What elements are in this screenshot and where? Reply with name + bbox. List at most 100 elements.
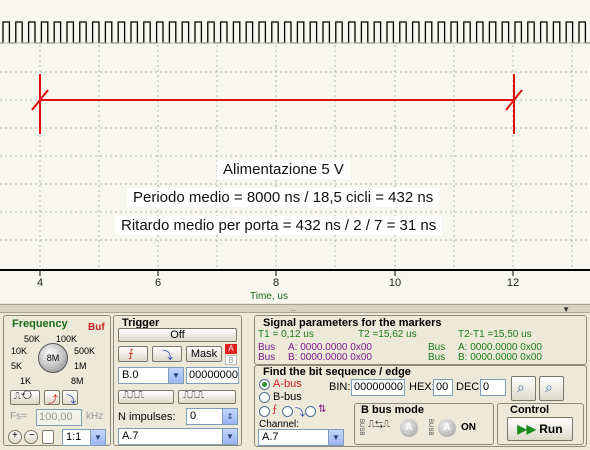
bin-label: BIN:: [329, 381, 351, 393]
n-impulses-value: 0: [190, 410, 197, 422]
on-label: ON: [461, 422, 476, 433]
zoom-select[interactable]: 1:1 ▼: [62, 429, 106, 446]
find-title: Find the bit sequence / edge: [263, 366, 411, 378]
grid: [0, 45, 590, 270]
trigger-panel: Trigger Off ⨍ ⤵ Mask A B B.0 ▼ 00000000 …: [113, 315, 242, 446]
control-panel: Control ▶▶ Run: [497, 403, 584, 445]
tick-label: 10: [388, 277, 402, 289]
search-prev-icon[interactable]: ⌕: [511, 376, 536, 401]
zoom-select-value: 1:1: [66, 431, 82, 443]
chevron-down-icon: ▼: [90, 430, 105, 445]
t2-readout: T2 =15,62 us: [358, 329, 417, 340]
pulse-mode-icon[interactable]: ⎍⟲: [10, 390, 40, 405]
rising-edge-icon[interactable]: ⤴: [44, 390, 60, 406]
bin-input[interactable]: 00000000: [351, 379, 405, 396]
zoom-in-icon[interactable]: +: [8, 430, 22, 444]
trigger-channel-select[interactable]: B.0 ▼: [118, 367, 184, 384]
knob-label: 50K: [24, 334, 41, 344]
falling-edge-icon: ⤵: [295, 408, 305, 419]
run-label: Run: [539, 422, 563, 436]
frequency-panel: Frequency Buf 50K 100K 10K 500K 5K 1M 1K…: [3, 315, 111, 446]
b-bus-radio[interactable]: [259, 392, 270, 403]
knob-label: 10K: [11, 346, 28, 356]
bus2-b-value: B: 0000.0000 0x00: [458, 352, 542, 363]
digital-signal-trace: [0, 21, 590, 44]
edge-radio-any[interactable]: [305, 406, 316, 417]
b-bus-mode-panel: B bus mode BUSB ⎍⇆⎍ A BUSB A ON: [354, 403, 494, 445]
knob-label: 500K: [74, 346, 96, 356]
trigger-channel2-value: A.7: [122, 430, 139, 442]
n-impulses-spinner[interactable]: 0 ⇕: [186, 408, 238, 425]
bus-tag: BUSB: [427, 419, 433, 436]
fs-input[interactable]: 100,00: [36, 409, 82, 426]
bus1-label: Bus: [258, 352, 276, 363]
a-badge[interactable]: A: [225, 344, 237, 354]
run-button[interactable]: ▶▶ Run: [507, 417, 573, 441]
fs-unit: kHz: [86, 411, 104, 422]
measurement-marker[interactable]: [31, 74, 523, 134]
edge-radio-rising[interactable]: [259, 406, 270, 417]
b-bus-label: B-bus: [273, 391, 302, 403]
pulse-train-icon[interactable]: ⎍⎍⎍: [118, 390, 174, 404]
bus2-label: Bus: [428, 352, 446, 363]
pulse-train-inverted-icon[interactable]: ⎍⎍⎍: [178, 390, 236, 404]
panel-splitter[interactable]: ⋯ ▼: [0, 304, 590, 315]
zoom-out-icon[interactable]: −: [24, 430, 38, 444]
collapse-arrow-icon[interactable]: ▼: [562, 305, 570, 314]
knob-label: 1K: [20, 376, 32, 386]
tick-label: 6: [154, 277, 162, 289]
b-bus-mode-title: B bus mode: [361, 404, 424, 416]
rising-edge-icon: ⨍: [272, 404, 278, 415]
fs-label: Fs=: [10, 411, 27, 422]
control-title: Control: [510, 404, 550, 416]
bus-tag: BUSB: [358, 419, 364, 436]
knob-label: 5K: [11, 361, 23, 371]
t1-readout: T1 = 0,12 us: [258, 329, 314, 340]
any-edge-icon: ⇅: [318, 404, 327, 415]
falling-edge-icon[interactable]: ⤵: [62, 390, 78, 406]
page-icon[interactable]: [42, 430, 54, 444]
waveform-canvas: [0, 21, 590, 276]
knob-label: 1M: [74, 361, 87, 371]
hex-input[interactable]: 00: [433, 379, 453, 396]
annotation-period: Periodo medio = 8000 ns / 18,5 cicli = 4…: [127, 188, 440, 207]
tick-label: 4: [36, 277, 44, 289]
knob-label: 8M: [71, 376, 84, 386]
grip-icon: ⋯: [290, 308, 297, 315]
b-badge[interactable]: B: [225, 355, 237, 365]
mask-button[interactable]: Mask: [186, 346, 222, 362]
trigger-pattern-input[interactable]: 00000000: [186, 367, 239, 384]
a-toggle[interactable]: A: [400, 419, 418, 437]
a-toggle[interactable]: A: [438, 419, 456, 437]
chevron-down-icon: ▼: [222, 429, 237, 444]
falling-edge-icon[interactable]: ⤵: [152, 346, 182, 362]
chevron-down-icon: ▼: [168, 368, 183, 383]
search-next-icon[interactable]: ⌕: [539, 376, 564, 401]
time-axis-label: Time, us: [250, 291, 288, 302]
dec-input[interactable]: 0: [480, 379, 506, 396]
buffer-label: Buf: [88, 322, 105, 333]
annotation-supply: Alimentazione 5 V: [217, 160, 350, 179]
find-channel-select[interactable]: A.7 ▼: [258, 429, 344, 446]
knob-label: 100K: [56, 334, 78, 344]
signal-title: Signal parameters for the markers: [263, 317, 442, 329]
waveform-display[interactable]: Alimentazione 5 V Periodo medio = 8000 n…: [0, 0, 590, 303]
tick-label: 12: [506, 277, 520, 289]
frequency-knob[interactable]: 8M: [38, 343, 68, 373]
chevron-down-icon: ▼: [328, 430, 343, 445]
trigger-channel2-select[interactable]: A.7 ▼: [118, 428, 238, 445]
trigger-off-button[interactable]: Off: [118, 328, 237, 342]
rising-edge-icon[interactable]: ⨍: [118, 346, 148, 362]
n-impulses-label: N impulses:: [118, 411, 176, 423]
a-bus-radio[interactable]: [259, 379, 270, 390]
trigger-channel-value: B.0: [122, 369, 139, 381]
signal-parameters-panel: Signal parameters for the markers T1 = 0…: [254, 315, 587, 365]
bus1-b-value: B: 0000.0000 0x00: [288, 352, 372, 363]
hex-label: HEX:: [409, 381, 435, 393]
dec-label: DEC:: [456, 381, 483, 393]
delta-t-readout: T2-T1 =15,50 us: [458, 329, 532, 340]
edge-radio-falling[interactable]: [282, 406, 293, 417]
tick-label: 8: [272, 277, 280, 289]
annotation-gate-delay: Ritardo medio per porta = 432 ns / 2 / 7…: [115, 216, 443, 235]
spinner-arrows-icon: ⇕: [222, 409, 237, 424]
